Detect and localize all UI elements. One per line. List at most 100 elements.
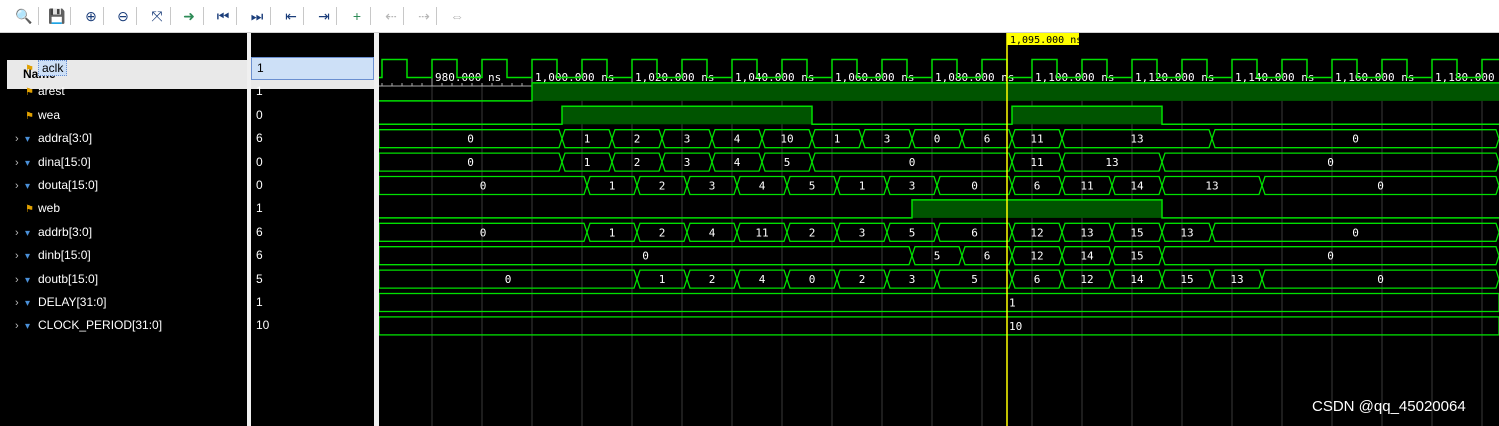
bus-segment-value: 0 xyxy=(971,180,978,193)
bit-signal-icon: ⚑ xyxy=(25,64,34,75)
expand-chevron-icon[interactable]: › xyxy=(15,292,25,315)
bus-segment-value: 15 xyxy=(1130,250,1143,263)
toolbar-separator xyxy=(136,7,137,25)
toolbar-separator xyxy=(303,7,304,25)
bus-segment-value: 0 xyxy=(1327,156,1334,169)
bit-signal-icon: ⚑ xyxy=(25,110,34,122)
zoom-out-icon[interactable]: ⊖ xyxy=(112,6,134,26)
bus-segment-value: 0 xyxy=(934,133,941,146)
bus-segment-value: 3 xyxy=(909,273,916,286)
waveform-toolbar: 🔍 💾 ⊕ ⊖ ⤧ ➜ ⏮ ⏭ ⇤ ⇥ + ⇠ ⇢ ⇔ xyxy=(0,0,1499,33)
bus-signal-icon: ▾ xyxy=(25,274,31,286)
previous-transition-icon[interactable]: ⇤ xyxy=(280,6,302,26)
signal-row[interactable]: › ▾ DELAY[31:0] xyxy=(15,291,245,314)
bus-segment-value: 2 xyxy=(709,273,716,286)
signal-row[interactable]: ⚑ aclk xyxy=(15,57,245,80)
expand-chevron-icon[interactable]: › xyxy=(15,315,25,338)
signal-row[interactable]: › ▾ addra[3:0] xyxy=(15,127,245,150)
bus-segment-value: 6 xyxy=(1034,180,1041,193)
bus-segment-value: 3 xyxy=(684,156,691,169)
add-marker-icon[interactable]: + xyxy=(346,6,368,26)
signal-value: 0 xyxy=(256,107,263,122)
signal-row[interactable]: › ▾ douta[15:0] xyxy=(15,174,245,197)
bus-segment-value: 11 xyxy=(755,226,768,239)
bus-segment-value: 2 xyxy=(809,226,816,239)
bus-segment-value: 4 xyxy=(734,133,741,146)
signal-row[interactable]: ⚑ arest xyxy=(15,80,245,103)
bus-segment-value: 1 xyxy=(609,226,616,239)
go-to-end-icon[interactable]: ⏭ xyxy=(246,6,268,26)
bus-segment-value: 2 xyxy=(634,133,641,146)
expand-chevron-icon[interactable]: › xyxy=(15,175,25,198)
signal-name: arest xyxy=(38,84,65,99)
parameter-icon: ▾ xyxy=(25,298,31,309)
bus-segment-value: 0 xyxy=(1377,180,1384,193)
bus-segment-value: 0 xyxy=(1377,273,1384,286)
waveform-arest-high-fill xyxy=(532,82,1499,101)
signal-value: 6 xyxy=(256,248,263,263)
toolbar-separator xyxy=(203,7,204,25)
signal-value: 10 xyxy=(256,318,270,333)
bus-segment-value: 13 xyxy=(1130,133,1143,146)
bus-segment-value: 4 xyxy=(759,273,766,286)
swap-cursors-icon[interactable]: ⇔ xyxy=(446,6,468,26)
expand-chevron-icon[interactable]: › xyxy=(15,128,25,151)
go-to-start-icon[interactable]: ⏮ xyxy=(212,6,234,26)
signal-row[interactable]: › ▾ dinb[15:0] xyxy=(15,244,245,267)
signal-value: 6 xyxy=(256,131,263,146)
bus-segment-value: 12 xyxy=(1030,226,1043,239)
zoom-in-icon[interactable]: ⊕ xyxy=(80,6,102,26)
bus-segment-value: 1 xyxy=(859,180,866,193)
expand-chevron-icon[interactable]: › xyxy=(15,269,25,292)
signal-row[interactable]: ⚑ web xyxy=(15,197,245,220)
bus-segment-value: 4 xyxy=(734,156,741,169)
signal-value: 1 xyxy=(256,295,263,309)
expand-chevron-icon[interactable]: › xyxy=(15,222,25,245)
bus-segment-value: 5 xyxy=(809,180,816,193)
bus-segment-value: 1 xyxy=(584,156,591,169)
name-panel: Name ⚑aclk⚑arest⚑wea›▾addra[3:0]›▾dina[1… xyxy=(7,33,247,426)
search-icon[interactable]: 🔍 xyxy=(13,6,35,26)
bus-constant-value: 10 xyxy=(1009,320,1022,333)
bus-segment-value: 2 xyxy=(659,180,666,193)
next-marker-icon[interactable]: ⇢ xyxy=(413,6,435,26)
waveform-wea-high-fill xyxy=(1012,106,1162,125)
bus-segment-value: 6 xyxy=(984,250,991,263)
signal-row[interactable]: › ▾ doutb[15:0] xyxy=(15,268,245,291)
toolbar-separator xyxy=(236,7,237,25)
bus-segment-value: 0 xyxy=(1327,250,1334,263)
signal-value: 0 xyxy=(256,154,263,169)
expand-chevron-icon[interactable]: › xyxy=(15,245,25,268)
waveform-CLOCK_PERIOD[31:0] xyxy=(379,316,1499,336)
signal-row[interactable]: › ▾ dina[15:0] xyxy=(15,151,245,174)
toolbar-separator xyxy=(403,7,404,25)
go-to-cursor-icon[interactable]: ➜ xyxy=(178,6,200,26)
signal-name: CLOCK_PERIOD[31:0] xyxy=(38,318,163,333)
signal-name: dinb[15:0] xyxy=(38,248,91,263)
signal-row[interactable]: › ▾ CLOCK_PERIOD[31:0] xyxy=(15,314,245,337)
signal-row[interactable]: ⚑ wea xyxy=(15,104,245,127)
bus-segment-value: 14 xyxy=(1080,250,1094,263)
previous-marker-icon[interactable]: ⇠ xyxy=(380,6,402,26)
signal-name: wea xyxy=(38,107,61,122)
bit-signal-icon: ⚑ xyxy=(25,204,34,216)
bus-segment-value: 0 xyxy=(1352,133,1359,146)
bus-segment-value: 14 xyxy=(1130,273,1144,286)
signal-name: addrb[3:0] xyxy=(38,224,93,239)
toolbar-separator xyxy=(370,7,371,25)
bus-segment-value: 5 xyxy=(909,226,916,239)
zoom-fit-icon[interactable]: ⤧ xyxy=(146,6,168,26)
toolbar-separator xyxy=(103,7,104,25)
bus-segment-value: 3 xyxy=(709,180,716,193)
waveform-canvas[interactable]: 980.000 ns 1,000.000 ns 1,020.000 ns 1,040.… xyxy=(379,33,1499,426)
expand-chevron-icon[interactable]: › xyxy=(15,152,25,175)
waveform-area[interactable]: 980.000 ns 1,000.000 ns 1,020.000 ns 1,040.… xyxy=(379,33,1499,426)
save-icon[interactable]: 💾 xyxy=(46,6,68,26)
signal-row[interactable]: › ▾ addrb[3:0] xyxy=(15,221,245,244)
signal-name: DELAY[31:0] xyxy=(38,295,107,309)
bus-segment-value: 6 xyxy=(984,133,991,146)
bus-segment-value: 0 xyxy=(467,133,474,146)
bus-segment-value: 0 xyxy=(1352,226,1359,239)
next-transition-icon[interactable]: ⇥ xyxy=(313,6,335,26)
bus-segment-value: 1 xyxy=(659,273,666,286)
